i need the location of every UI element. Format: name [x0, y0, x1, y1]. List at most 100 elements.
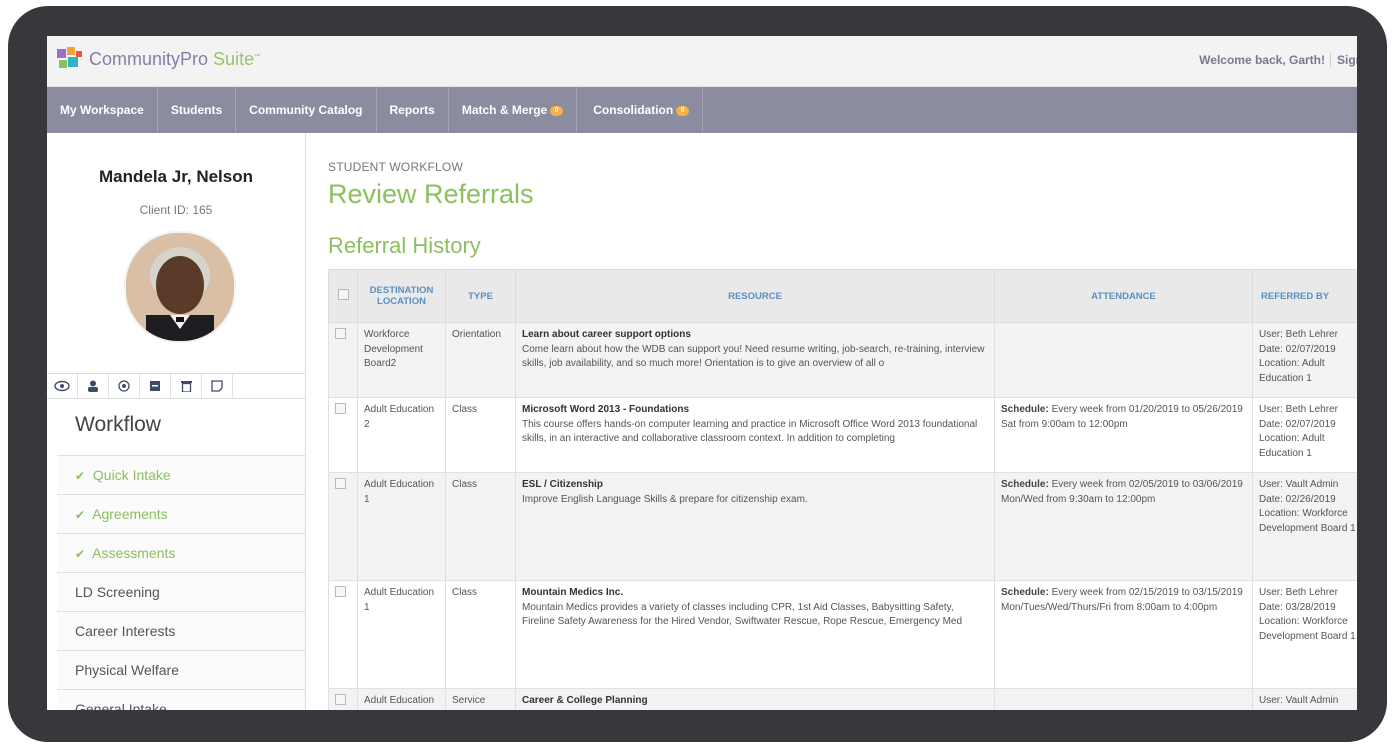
column-header-type[interactable]: TYPE — [445, 269, 516, 323]
resource-title[interactable]: Microsoft Word 2013 - Foundations — [522, 403, 988, 418]
user-icon[interactable] — [78, 374, 109, 398]
destination-cell: Adult Education 1 — [357, 580, 446, 689]
attendance-cell: Schedule: Every week from 02/05/2019 to … — [994, 472, 1253, 581]
table-row[interactable]: Workforce Development Board2 Orientation… — [328, 322, 1357, 398]
resource-title[interactable]: Career & College Planning — [522, 694, 988, 709]
main-content: STUDENT WORKFLOW Review Referrals Referr… — [306, 133, 1357, 710]
nav-students[interactable]: Students — [158, 87, 237, 133]
workflow-item-label: Assessments — [92, 545, 176, 561]
row-checkbox[interactable] — [335, 328, 346, 339]
row-select-cell — [328, 397, 358, 473]
workflow-item-agreements[interactable]: ✔ Agreements — [57, 494, 305, 533]
nav-label: Community Catalog — [249, 103, 363, 117]
row-select-cell — [328, 688, 358, 710]
destination-cell: Adult Education 2 — [357, 397, 446, 473]
nav-reports[interactable]: Reports — [377, 87, 449, 133]
select-all-checkbox[interactable] — [337, 289, 349, 300]
resource-title[interactable]: Mountain Medics Inc. — [522, 586, 988, 601]
count-badge: 0 — [676, 105, 690, 116]
type-cell: Class — [445, 472, 516, 581]
referred-by-cell: User: Beth Lehrer Date: 02/07/2019 Locat… — [1252, 397, 1357, 473]
nav-label: Reports — [389, 103, 435, 117]
page-title: Review Referrals — [328, 179, 534, 209]
destination-cell: Adult Education 1 — [357, 688, 446, 710]
table-row[interactable]: Adult Education 1 Class Mountain Medics … — [328, 580, 1357, 689]
workflow-item-career-interests[interactable]: Career Interests — [57, 611, 305, 650]
attendance-label: Schedule: — [1001, 587, 1049, 598]
main-nav: My Workspace Students Community Catalog … — [47, 87, 1357, 133]
column-header-referred-by[interactable]: REFERRED BY — [1252, 269, 1357, 323]
workflow-item-label: General Intake — [75, 701, 167, 710]
target-icon[interactable] — [109, 374, 140, 398]
top-header: CommunityPro Suite™ Welcome back, Garth!… — [47, 36, 1357, 87]
student-name: Mandela Jr, Nelson — [99, 167, 253, 186]
app-screen: CommunityPro Suite™ Welcome back, Garth!… — [47, 36, 1357, 710]
resource-description: Come learn about how the WDB can support… — [522, 343, 985, 370]
nav-label: Consolidation — [593, 103, 674, 117]
sign-out-link[interactable]: Sign out — [1330, 53, 1357, 67]
avatar — [124, 231, 236, 343]
destination-cell: Adult Education 1 — [357, 472, 446, 581]
workflow-item-assessments[interactable]: ✔ Assessments — [57, 533, 305, 572]
referred-by-cell: User: Beth Lehrer Date: 02/07/2019 Locat… — [1252, 322, 1357, 398]
nav-label: My Workspace — [60, 103, 144, 117]
resource-description: Mountain Medics provides a variety of cl… — [522, 601, 963, 628]
nav-label: Students — [170, 103, 223, 117]
check-icon: ✔ — [75, 508, 86, 522]
brand-main: CommunityPro — [89, 49, 209, 69]
check-icon: ✔ — [75, 469, 86, 483]
logo-puzzle-icon[interactable] — [55, 45, 85, 75]
referred-by-cell: User: Vault Admin Date: 02/26/2019 Locat… — [1252, 472, 1357, 581]
workflow-item-general-intake[interactable]: General Intake — [57, 689, 305, 710]
resource-cell: Microsoft Word 2013 - Foundations This co… — [515, 397, 995, 473]
referred-by-cell: User: Beth Lehrer Date: 03/28/2019 Locat… — [1252, 580, 1357, 689]
workflow-item-ld-screening[interactable]: LD Screening — [57, 572, 305, 611]
type-cell: Orientation — [445, 322, 516, 398]
attendance-cell: Schedule: Every week from 01/20/2019 to … — [994, 397, 1253, 473]
column-header-attendance[interactable]: ATTENDANCE — [994, 269, 1253, 323]
app-brand[interactable]: CommunityPro Suite™ — [89, 49, 260, 70]
destination-cell: Workforce Development Board2 — [357, 322, 446, 398]
column-header-destination[interactable]: DESTINATION LOCATION — [357, 269, 446, 323]
workflow-item-label: LD Screening — [75, 584, 160, 600]
workflow-item-label: Physical Welfare — [75, 662, 180, 678]
row-checkbox[interactable] — [335, 478, 346, 489]
attendance-cell: Schedule: Every week from 02/15/2019 to … — [994, 580, 1253, 689]
table-header-row: DESTINATION LOCATION TYPE RESOURCE ATTEN… — [328, 269, 1357, 323]
breadcrumb: STUDENT WORKFLOW — [328, 160, 463, 174]
note-icon[interactable] — [202, 374, 233, 398]
table-row[interactable]: Adult Education 1 Class ESL / Citizenshi… — [328, 472, 1357, 581]
nav-my-workspace[interactable]: My Workspace — [47, 87, 158, 133]
type-cell: Service — [445, 688, 516, 710]
nav-consolidation[interactable]: Consolidation 0 — [577, 87, 704, 133]
row-checkbox[interactable] — [335, 586, 346, 597]
table-row[interactable]: Adult Education 1 Service Career & Colle… — [328, 688, 1357, 710]
workflow-item-quick-intake[interactable]: ✔ Quick Intake — [57, 455, 305, 494]
type-cell: Class — [445, 580, 516, 689]
archive-icon[interactable] — [140, 374, 171, 398]
student-sidebar: Mandela Jr, Nelson Client ID: 165 Workfl… — [47, 133, 306, 710]
eye-icon[interactable] — [47, 374, 78, 398]
resource-cell: Mountain Medics Inc. Mountain Medics prov… — [515, 580, 995, 689]
workflow-item-physical-welfare[interactable]: Physical Welfare — [57, 650, 305, 689]
workflow-item-label: Agreements — [92, 506, 168, 522]
workflow-title: Workflow — [75, 413, 161, 436]
workflow-item-label: Quick Intake — [92, 467, 171, 483]
row-select-cell — [328, 322, 358, 398]
resource-cell: ESL / Citizenship Improve English Languag… — [515, 472, 995, 581]
attendance-cell — [994, 322, 1253, 398]
trash-icon[interactable] — [171, 374, 202, 398]
nav-community-catalog[interactable]: Community Catalog — [236, 87, 377, 133]
table-row[interactable]: Adult Education 2 Class Microsoft Word 2… — [328, 397, 1357, 473]
referral-history-table: DESTINATION LOCATION TYPE RESOURCE ATTEN… — [328, 269, 1357, 710]
row-checkbox[interactable] — [335, 403, 346, 414]
column-header-resource[interactable]: RESOURCE — [515, 269, 995, 323]
brand-suite: Suite — [213, 49, 255, 69]
row-checkbox[interactable] — [335, 694, 346, 705]
welcome-message: Welcome back, Garth! — [1199, 53, 1325, 67]
resource-title[interactable]: Learn about career support options — [522, 328, 988, 343]
resource-title[interactable]: ESL / Citizenship — [522, 478, 988, 493]
resource-cell: Learn about career support options Come l… — [515, 322, 995, 398]
nav-match-merge[interactable]: Match & Merge 0 — [449, 87, 578, 133]
resource-description: Improve English Language Skills & prepar… — [522, 493, 808, 505]
